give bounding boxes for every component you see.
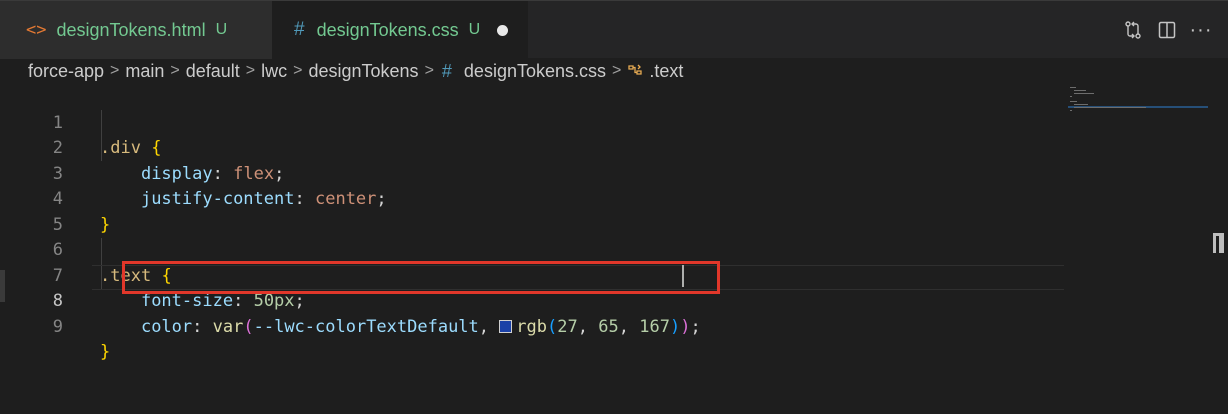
split-editor-icon[interactable]: [1150, 13, 1184, 47]
semicolon: ;: [690, 316, 701, 337]
chevron-right-icon: >: [424, 62, 434, 79]
minimap-line: [1070, 101, 1077, 102]
tab-label: designTokens.html: [56, 19, 206, 40]
unsaved-changes-dot[interactable]: [497, 24, 509, 36]
css-file-icon: #: [294, 19, 305, 40]
minimap-line: [1074, 90, 1086, 91]
line-number: 9: [52, 316, 63, 337]
breadcrumb-item-default[interactable]: default: [186, 61, 240, 82]
minimap-line: [1074, 107, 1146, 108]
chevron-right-icon: >: [245, 62, 256, 79]
code-editor[interactable]: 1 .div { 2 display: flex; 3 justify-cont…: [0, 85, 1228, 414]
css-property: color: [140, 316, 193, 337]
breadcrumb-item-lwc[interactable]: lwc: [261, 61, 287, 82]
tab-designtokens-html[interactable]: <> designTokens.html U: [0, 1, 272, 59]
paren: ): [669, 316, 681, 337]
breadcrumb-item-main[interactable]: main: [125, 61, 164, 82]
code-line[interactable]: 2 display: flex;: [0, 111, 1066, 184]
brace: }: [100, 342, 111, 362]
minimap-line: [1070, 87, 1076, 88]
chevron-right-icon: >: [110, 62, 120, 79]
minimap[interactable]: [1066, 85, 1210, 125]
comma: ,: [618, 316, 629, 337]
breadcrumb-item-force-app[interactable]: force-app: [28, 61, 104, 82]
css-number: 167: [639, 316, 670, 337]
minimap-line: [1074, 93, 1094, 94]
html-file-icon: <>: [26, 20, 47, 40]
sash-handle[interactable]: [0, 270, 5, 302]
minimap-line: [1070, 96, 1072, 97]
comma: ,: [478, 316, 490, 337]
code-line[interactable]: 4 }: [0, 162, 1066, 235]
breadcrumb-item-designtokens[interactable]: designTokens: [308, 61, 418, 82]
css-number: 65: [598, 316, 619, 337]
css-file-icon: #: [441, 60, 452, 81]
css-variable: --lwc-colorTextDefault: [253, 316, 479, 337]
code-line[interactable]: 3 justify-content: center;: [0, 136, 1066, 210]
paren: ): [680, 316, 691, 337]
untracked-badge: U: [215, 21, 228, 38]
breadcrumb: force-app > main > default > lwc > desig…: [0, 58, 1228, 84]
chevron-right-icon: >: [293, 62, 303, 79]
tab-designtokens-css[interactable]: # designTokens.css U: [272, 1, 528, 59]
editor-actions: ···: [1116, 1, 1228, 59]
tab-bar: <> designTokens.html U # designTokens.cs…: [0, 0, 1228, 59]
chevron-right-icon: >: [612, 62, 622, 79]
code-line[interactable]: 1 .div {: [0, 85, 1066, 159]
paren: (: [547, 316, 558, 337]
highlight-box: [122, 261, 720, 294]
breadcrumb-item-file[interactable]: designTokens.css: [464, 61, 606, 82]
compare-changes-icon[interactable]: [1116, 13, 1150, 47]
code-line[interactable]: 6 .text {: [0, 213, 1066, 286]
colon: :: [192, 316, 203, 337]
tab-label: designTokens.css: [316, 19, 459, 40]
code-line[interactable]: 5: [0, 187, 1066, 235]
minimap-line: [1070, 110, 1072, 111]
css-function: var: [212, 316, 244, 337]
comma: ,: [577, 316, 588, 337]
breadcrumb-item-symbol[interactable]: .text: [649, 61, 683, 82]
untracked-badge: U: [468, 21, 481, 38]
code-line[interactable]: 7 font-size: 50px;: [0, 238, 1066, 312]
overview-ruler-marker: [1213, 233, 1224, 253]
css-function: rgb: [516, 316, 547, 337]
color-swatch[interactable]: [499, 319, 513, 333]
chevron-right-icon: >: [170, 62, 180, 79]
minimap-line: [1074, 104, 1088, 105]
paren: (: [243, 316, 254, 337]
symbol-class-icon: [627, 62, 643, 81]
more-actions-icon[interactable]: ···: [1184, 13, 1218, 47]
css-number: 27: [557, 316, 578, 337]
